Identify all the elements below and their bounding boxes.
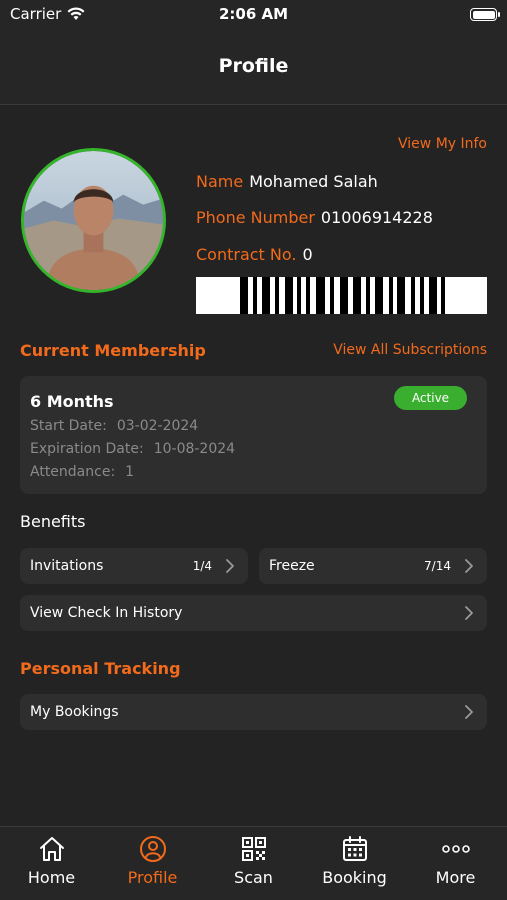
qr-code-icon (241, 837, 266, 861)
invitations-label: Invitations (30, 558, 104, 574)
name-label: Name (196, 172, 244, 191)
freeze-label: Freeze (269, 558, 315, 574)
profile-photo (24, 151, 163, 290)
membership-card[interactable]: 6 Months Active Start Date: 03-02-2024 Ex… (20, 376, 487, 494)
chevron-right-icon (465, 559, 473, 573)
tab-more[interactable]: More (405, 827, 506, 900)
home-icon (39, 837, 64, 861)
start-date-value: 03-02-2024 (116, 418, 199, 434)
view-my-info-link[interactable]: View My Info (398, 136, 487, 152)
check-in-history-label: View Check In History (30, 605, 183, 621)
my-bookings-label: My Bookings (30, 704, 119, 720)
tab-home-label: Home (27, 868, 76, 887)
more-dots-icon (441, 845, 470, 853)
chevron-right-icon (465, 705, 473, 719)
current-membership-title: Current Membership (20, 341, 206, 360)
attendance-value: 1 (125, 464, 135, 480)
tab-home[interactable]: Home (1, 827, 102, 900)
freeze-count: 7/14 (424, 559, 451, 573)
view-all-subscriptions-link[interactable]: View All Subscriptions (333, 342, 487, 358)
tab-more-label: More (435, 868, 476, 887)
chevron-right-icon (465, 606, 473, 620)
status-badge: Active (394, 386, 467, 410)
calendar-icon (342, 836, 367, 861)
tab-bar: Home Profile Scan Booking More (0, 826, 507, 900)
battery-icon (470, 8, 500, 21)
tab-scan-label: Scan (234, 868, 273, 887)
tab-booking-label: Booking (322, 868, 387, 887)
name-row: Name Mohamed Salah (196, 172, 378, 191)
attendance-label: Attendance: (30, 464, 116, 480)
personal-tracking-title: Personal Tracking (20, 659, 181, 678)
tab-booking[interactable]: Booking (304, 827, 405, 900)
phone-value: 01006914228 (320, 208, 433, 227)
expiration-date-label: Expiration Date: (30, 441, 144, 457)
status-time: 2:06 AM (218, 5, 289, 23)
profile-icon (139, 836, 166, 862)
membership-plan: 6 Months (30, 392, 114, 411)
phone-row: Phone Number 01006914228 (196, 208, 433, 227)
tab-scan[interactable]: Scan (203, 827, 304, 900)
attendance-row: Attendance: 1 (30, 464, 134, 480)
start-date-row: Start Date: 03-02-2024 (30, 418, 198, 434)
barcode (196, 277, 487, 314)
check-in-history-button[interactable]: View Check In History (20, 595, 487, 631)
benefits-title: Benefits (20, 512, 86, 531)
contract-label: Contract No. (196, 245, 297, 264)
my-bookings-button[interactable]: My Bookings (20, 694, 487, 730)
invitations-count: 1/4 (192, 559, 212, 573)
freeze-button[interactable]: Freeze 7/14 (259, 548, 487, 584)
chevron-right-icon (226, 559, 234, 573)
contract-row: Contract No. 0 (196, 245, 313, 264)
navigation-bar: Profile (0, 30, 507, 105)
phone-label: Phone Number (196, 208, 315, 227)
expiration-date-value: 10-08-2024 (153, 441, 236, 457)
start-date-label: Start Date: (30, 418, 107, 434)
tab-profile[interactable]: Profile (102, 827, 203, 900)
status-bar: Carrier 2:06 AM (0, 0, 507, 30)
name-value: Mohamed Salah (249, 172, 378, 191)
expiration-date-row: Expiration Date: 10-08-2024 (30, 441, 235, 457)
avatar (21, 148, 166, 293)
contract-value: 0 (302, 245, 313, 264)
invitations-button[interactable]: Invitations 1/4 (20, 548, 248, 584)
tab-profile-label: Profile (127, 868, 178, 887)
page-title: Profile (218, 55, 289, 77)
